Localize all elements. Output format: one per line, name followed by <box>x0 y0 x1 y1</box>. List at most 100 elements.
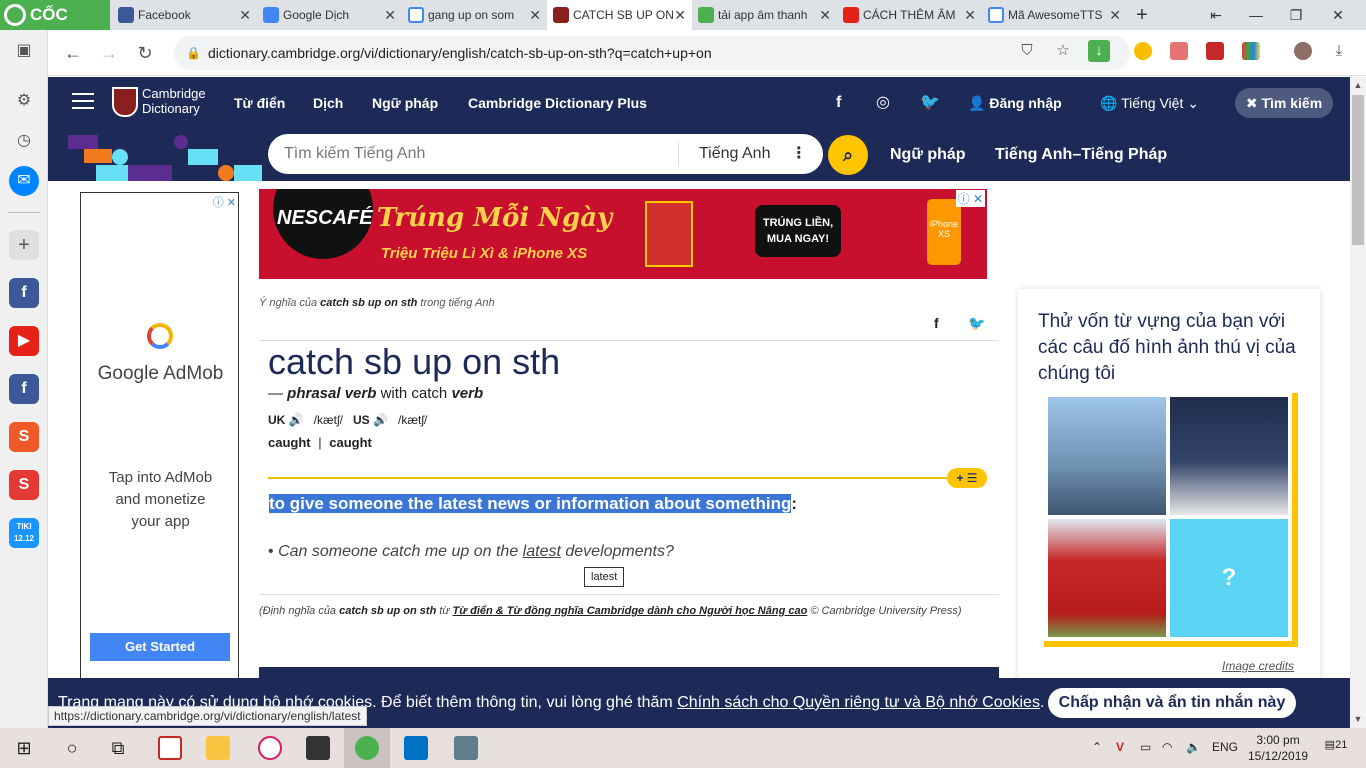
reload-button[interactable]: ↻ <box>130 38 160 68</box>
forward-button[interactable]: → <box>94 38 124 68</box>
get-started-button[interactable]: Get Started <box>90 633 230 661</box>
profile-avatar[interactable] <box>1294 42 1312 60</box>
url-field[interactable]: 🔒 dictionary.cambridge.org/vi/dictionary… <box>174 36 1130 70</box>
ad-choices-icon[interactable]: ⓘ ✕ <box>213 194 236 210</box>
nav-translate[interactable]: Dịch <box>313 77 343 129</box>
settings-gear-icon[interactable]: ⚙ <box>9 86 39 116</box>
task-view-icon[interactable]: ⧉ <box>104 734 132 762</box>
tab-awesometts[interactable]: Mã AwesomeTTS ✕ <box>982 0 1127 30</box>
shield-icon[interactable]: ⛉ <box>1016 40 1038 62</box>
link-english-french[interactable]: Tiếng Anh–Tiếng Pháp <box>995 129 1167 181</box>
example-link-latest[interactable]: latest <box>523 543 561 560</box>
quiz-image-barn[interactable] <box>1048 519 1166 637</box>
outlook-icon[interactable] <box>404 736 428 760</box>
language-selector[interactable]: 🌐 Tiếng Việt ⌄ <box>1100 77 1199 129</box>
scroll-thumb[interactable] <box>1352 95 1364 245</box>
maximize-button[interactable]: ❐ <box>1276 0 1316 30</box>
facebook-shortcut-icon[interactable]: f <box>9 374 39 404</box>
file-explorer-icon[interactable] <box>206 736 230 760</box>
download-ext-icon[interactable]: ↓ <box>1088 40 1110 62</box>
cookie-policy-link[interactable]: Chính sách cho Quyền riêng tư và Bộ nhớ … <box>677 694 1040 711</box>
tab-youtube[interactable]: CÁCH THÊM ÂM ✕ <box>837 0 982 30</box>
youtube-shortcut-icon[interactable]: ▶ <box>9 326 39 356</box>
search-toggle-button[interactable]: ✖ Tìm kiếm <box>1235 88 1333 118</box>
audio-us-icon[interactable]: 🔊 <box>373 413 388 427</box>
picture-quiz-card[interactable]: Thử vốn từ vựng của bạn với các câu đố h… <box>1018 289 1320 678</box>
scroll-up-icon[interactable]: ▲ <box>1350 77 1366 93</box>
site-logo-text[interactable]: Cambridge Dictionary <box>142 86 206 116</box>
download-icon[interactable]: ⤓ <box>1328 40 1350 62</box>
app-icon-4[interactable] <box>454 736 478 760</box>
source-dictionary-link[interactable]: Từ điển & Từ đồng nghĩa Cambridge dành c… <box>452 605 807 617</box>
tab-google-translate[interactable]: Google Dịch ✕ <box>257 0 402 30</box>
volume-icon[interactable]: 🔈 <box>1186 740 1201 754</box>
page-scrollbar[interactable]: ▲ ▼ <box>1350 77 1366 728</box>
close-icon[interactable]: ✕ <box>529 0 541 30</box>
instagram-icon[interactable]: ◎ <box>876 77 890 129</box>
cambridge-shield-icon[interactable] <box>112 87 138 117</box>
back-button[interactable]: ← <box>58 38 88 68</box>
app-icon-1[interactable] <box>158 736 182 760</box>
close-icon[interactable]: ✕ <box>239 0 251 30</box>
colorful-ext-icon[interactable] <box>1242 42 1260 60</box>
search-language-select[interactable]: Tiếng Anh ⋮ <box>678 142 807 166</box>
facebook-icon[interactable]: f <box>836 77 841 129</box>
tray-expand-icon[interactable]: ⌃ <box>1092 740 1102 754</box>
shopee-shortcut-icon[interactable]: S <box>9 422 39 452</box>
nav-plus[interactable]: Cambridge Dictionary Plus <box>468 77 647 129</box>
left-advertisement[interactable]: ⓘ ✕ Google AdMob Tap into AdMob and mone… <box>80 192 239 678</box>
minimize-button[interactable]: — <box>1236 0 1276 30</box>
sidebar-toggle-icon[interactable]: ▣ <box>9 36 39 66</box>
share-facebook-icon[interactable]: f <box>934 315 939 331</box>
tab-app-search[interactable]: tải app âm thanh ✕ <box>692 0 837 30</box>
add-to-wordlist-button[interactable]: + ☰ <box>947 468 987 488</box>
sendo-shortcut-icon[interactable]: S <box>9 470 39 500</box>
record-ext-icon[interactable] <box>1206 42 1224 60</box>
close-icon[interactable]: ✕ <box>674 0 686 30</box>
tab-google-search[interactable]: gang up on som ✕ <box>402 0 547 30</box>
notification-center-icon[interactable]: ▤21 <box>1324 738 1348 758</box>
coccoc-menu-button[interactable]: CỐC CỐC <box>0 0 110 54</box>
nescafe-banner-ad[interactable]: NESCAFÉ Trúng Mỗi Ngày Triệu Triệu Lì Xì… <box>259 189 987 279</box>
audio-uk-icon[interactable]: 🔊 <box>289 413 304 427</box>
tray-app-icon[interactable]: V <box>1116 740 1124 754</box>
tab-cambridge-active[interactable]: CATCH SB UP ON ✕ <box>547 0 692 30</box>
accept-cookies-button[interactable]: Chấp nhận và ẩn tin nhắn này <box>1048 688 1296 718</box>
twitter-icon[interactable]: 🐦 <box>920 77 940 129</box>
ad-choices-icon[interactable]: ⓘ ✕ <box>955 190 985 207</box>
quiz-image-windmill[interactable] <box>1170 397 1288 515</box>
system-clock[interactable]: 3:00 pm 15/12/2019 <box>1248 732 1308 764</box>
close-icon[interactable]: ✕ <box>819 0 831 30</box>
search-button[interactable]: ⌕ <box>828 135 868 175</box>
restore-tabs-icon[interactable]: ⇤ <box>1196 0 1236 30</box>
link-grammar[interactable]: Ngữ pháp <box>890 129 966 181</box>
messenger-icon[interactable]: ✉ <box>9 166 39 196</box>
quiz-mystery-image[interactable]: ? <box>1170 519 1288 637</box>
app-icon-2[interactable] <box>258 736 282 760</box>
add-shortcut-icon[interactable]: + <box>9 230 39 260</box>
windows-start-icon[interactable]: ⊞ <box>10 734 38 762</box>
input-language[interactable]: ENG <box>1212 740 1238 754</box>
history-icon[interactable]: ◷ <box>9 126 39 156</box>
close-window-button[interactable]: ✕ <box>1318 0 1358 30</box>
facebook-shortcut-icon[interactable]: f <box>9 278 39 308</box>
bookmark-star-icon[interactable]: ☆ <box>1052 40 1074 62</box>
adblock-ext-icon[interactable] <box>1170 42 1188 60</box>
tiki-shortcut-icon[interactable]: TIKI 12.12 <box>9 518 39 548</box>
search-input[interactable]: Tìm kiếm Tiếng Anh Tiếng Anh ⋮ <box>268 134 823 174</box>
scroll-down-icon[interactable]: ▼ <box>1350 711 1366 727</box>
close-icon[interactable]: ✕ <box>384 0 396 30</box>
coccoc-taskbar-icon[interactable] <box>355 736 379 760</box>
search-icon[interactable]: ○ <box>58 734 86 762</box>
chrome-ext-icon[interactable] <box>1134 42 1152 60</box>
hamburger-menu-icon[interactable] <box>72 93 94 111</box>
image-credits-link[interactable]: Image credits <box>1222 659 1294 673</box>
close-icon[interactable]: ✕ <box>964 0 976 30</box>
login-button[interactable]: 👤 Đăng nhập <box>968 77 1062 129</box>
app-icon-3[interactable] <box>306 736 330 760</box>
quiz-image-skyscrapers[interactable] <box>1048 397 1166 515</box>
wifi-icon[interactable]: ◠ <box>1162 740 1172 754</box>
share-twitter-icon[interactable]: 🐦 <box>968 315 985 332</box>
nav-dictionary[interactable]: Từ điển <box>234 77 285 129</box>
new-tab-button[interactable]: + <box>1122 0 1162 30</box>
